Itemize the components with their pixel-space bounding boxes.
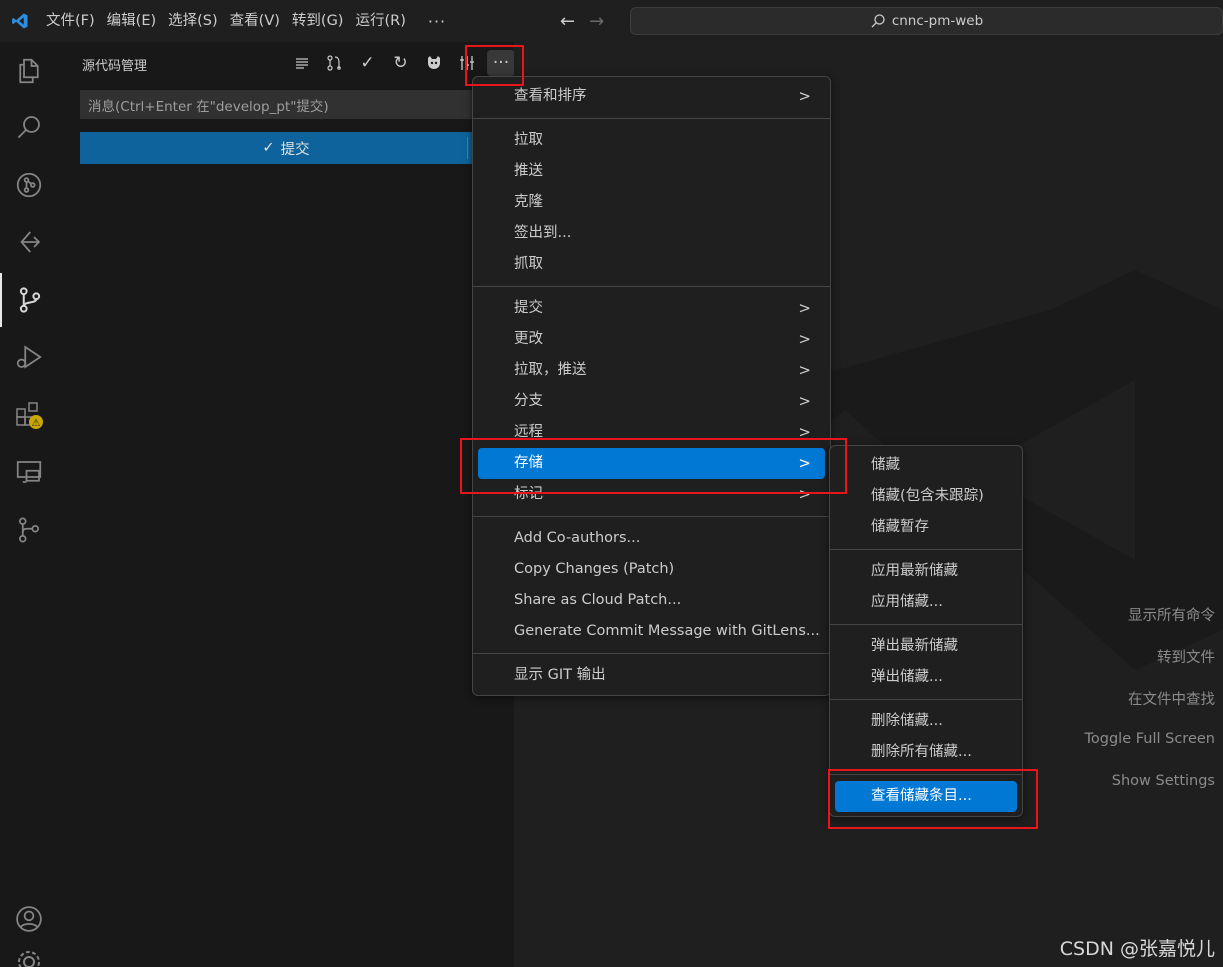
- menu-selection[interactable]: 选择(S): [162, 0, 224, 42]
- commit-button-label: 提交: [280, 141, 310, 158]
- chevron-right-icon: >: [798, 361, 811, 379]
- submenu-item-stash-staged[interactable]: 储藏暂存: [835, 512, 1017, 543]
- menu-file[interactable]: 文件(F): [40, 0, 101, 42]
- chevron-right-icon: >: [798, 299, 811, 317]
- commit-check-icon[interactable]: ✓: [352, 50, 383, 76]
- menu-more-button[interactable]: ···: [412, 12, 462, 31]
- menu-separator: [830, 624, 1022, 625]
- shortcut-find-in-files: 在文件中查找: [1128, 692, 1215, 708]
- git-compare-icon[interactable]: [319, 50, 350, 76]
- annotation-box-stash: [460, 438, 847, 494]
- menu-separator: [473, 516, 830, 517]
- run-debug-icon[interactable]: [0, 330, 58, 384]
- command-center-search[interactable]: cnnc-pm-web: [630, 7, 1223, 35]
- chevron-right-icon: >: [798, 330, 811, 348]
- menu-separator: [473, 653, 830, 654]
- more-actions-menu: 查看和排序 > 拉取 推送 克隆 签出到... 抓取 提交 > 更改 > 拉取，推送 >…: [472, 76, 831, 696]
- submenu-item-stash[interactable]: 储藏: [835, 450, 1017, 481]
- annotation-box-more-button: [465, 45, 524, 86]
- menu-item-show-git-output[interactable]: 显示 GIT 输出: [478, 660, 825, 691]
- menu-item-clone[interactable]: 克隆: [478, 187, 825, 218]
- csdn-watermark: CSDN @张嘉悦儿: [1059, 938, 1215, 960]
- commit-message-input[interactable]: 消息(Ctrl+Enter 在"develop_pt"提交): [80, 90, 492, 119]
- settings-gear-icon[interactable]: [0, 947, 58, 967]
- workspace-name: cnnc-pm-web: [891, 13, 984, 29]
- search-icon: [871, 14, 885, 28]
- menu-separator: [830, 549, 1022, 550]
- source-control-icon[interactable]: [0, 273, 58, 327]
- submenu-item-apply-latest-stash[interactable]: 应用最新储藏: [835, 556, 1017, 587]
- menu-item-generate-commit-message[interactable]: Generate Commit Message with GitLens...: [478, 616, 825, 647]
- menu-edit[interactable]: 编辑(E): [101, 0, 162, 42]
- menu-item-fetch[interactable]: 抓取: [478, 249, 825, 280]
- vscode-logo-icon: [0, 0, 40, 42]
- chevron-right-icon: >: [798, 392, 811, 410]
- menu-item-share-cloud-patch[interactable]: Share as Cloud Patch...: [478, 585, 825, 616]
- stash-submenu: 储藏 储藏(包含未跟踪) 储藏暂存 应用最新储藏 应用储藏... 弹出最新储藏 …: [829, 445, 1023, 817]
- menu-item-changes[interactable]: 更改 >: [478, 324, 825, 355]
- navigation-arrows: ← →: [560, 0, 604, 42]
- commit-button[interactable]: ✓ 提交: [80, 132, 492, 164]
- list-view-icon[interactable]: [286, 50, 317, 76]
- title-bar: 文件(F) 编辑(E) 选择(S) 查看(V) 转到(G) 运行(R) ··· …: [0, 0, 1223, 42]
- commit-button-divider: [467, 137, 468, 159]
- timeline-icon[interactable]: [0, 215, 58, 269]
- menu-go[interactable]: 转到(G): [286, 0, 350, 42]
- menu-item-commit[interactable]: 提交 >: [478, 293, 825, 324]
- explorer-icon[interactable]: [0, 44, 58, 98]
- chevron-right-icon: >: [798, 87, 811, 105]
- refresh-icon[interactable]: ↻: [385, 50, 416, 76]
- shortcut-toggle-full-screen: Toggle Full Screen: [1084, 731, 1216, 747]
- annotation-box-view-stash-entries: [828, 769, 1038, 829]
- menu-item-checkout[interactable]: 签出到...: [478, 218, 825, 249]
- menu-view[interactable]: 查看(V): [224, 0, 286, 42]
- menu-item-pull-push[interactable]: 拉取，推送 >: [478, 355, 825, 386]
- extensions-icon[interactable]: ⚠: [0, 388, 58, 442]
- git-graph-icon[interactable]: [0, 158, 58, 212]
- menu-run[interactable]: 运行(R): [349, 0, 411, 42]
- back-arrow-icon[interactable]: ←: [560, 11, 575, 32]
- menu-item-branch[interactable]: 分支 >: [478, 386, 825, 417]
- sidebar-title: 源代码管理: [82, 59, 148, 74]
- submenu-item-stash-untracked[interactable]: 储藏(包含未跟踪): [835, 481, 1017, 512]
- submenu-item-drop-all-stashes[interactable]: 删除所有储藏...: [835, 737, 1017, 768]
- remote-explorer-icon[interactable]: [0, 445, 58, 499]
- menu-separator: [473, 118, 830, 119]
- menu-item-pull[interactable]: 拉取: [478, 125, 825, 156]
- shortcut-show-all-commands: 显示所有命令: [1128, 608, 1215, 624]
- source-control-sidebar: 源代码管理 ✓ ↻ ··· 消息(Ctrl+Enter 在"develop_pt…: [58, 42, 515, 967]
- activity-bar: ⚠: [0, 42, 58, 967]
- menu-item-view-sort[interactable]: 查看和排序 >: [478, 81, 825, 112]
- git-branches-icon[interactable]: [0, 503, 58, 557]
- submenu-item-drop-stash[interactable]: 删除储藏...: [835, 706, 1017, 737]
- menu-item-copy-changes-patch[interactable]: Copy Changes (Patch): [478, 554, 825, 585]
- svg-text:⚠: ⚠: [32, 418, 41, 429]
- menu-item-push[interactable]: 推送: [478, 156, 825, 187]
- accounts-icon[interactable]: [0, 892, 58, 946]
- submenu-item-pop-stash[interactable]: 弹出储藏...: [835, 662, 1017, 693]
- menu-item-add-co-authors[interactable]: Add Co-authors...: [478, 523, 825, 554]
- submenu-item-pop-latest-stash[interactable]: 弹出最新储藏: [835, 631, 1017, 662]
- menu-bar: 文件(F) 编辑(E) 选择(S) 查看(V) 转到(G) 运行(R) ···: [40, 0, 462, 42]
- check-icon: ✓: [262, 140, 275, 156]
- menu-separator: [473, 286, 830, 287]
- submenu-item-apply-stash[interactable]: 应用储藏...: [835, 587, 1017, 618]
- github-icon[interactable]: [418, 50, 449, 76]
- menu-separator: [830, 699, 1022, 700]
- shortcut-show-settings: Show Settings: [1111, 773, 1215, 789]
- search-icon[interactable]: [0, 100, 58, 154]
- shortcut-go-to-file: 转到文件: [1157, 650, 1215, 666]
- forward-arrow-icon[interactable]: →: [589, 11, 604, 32]
